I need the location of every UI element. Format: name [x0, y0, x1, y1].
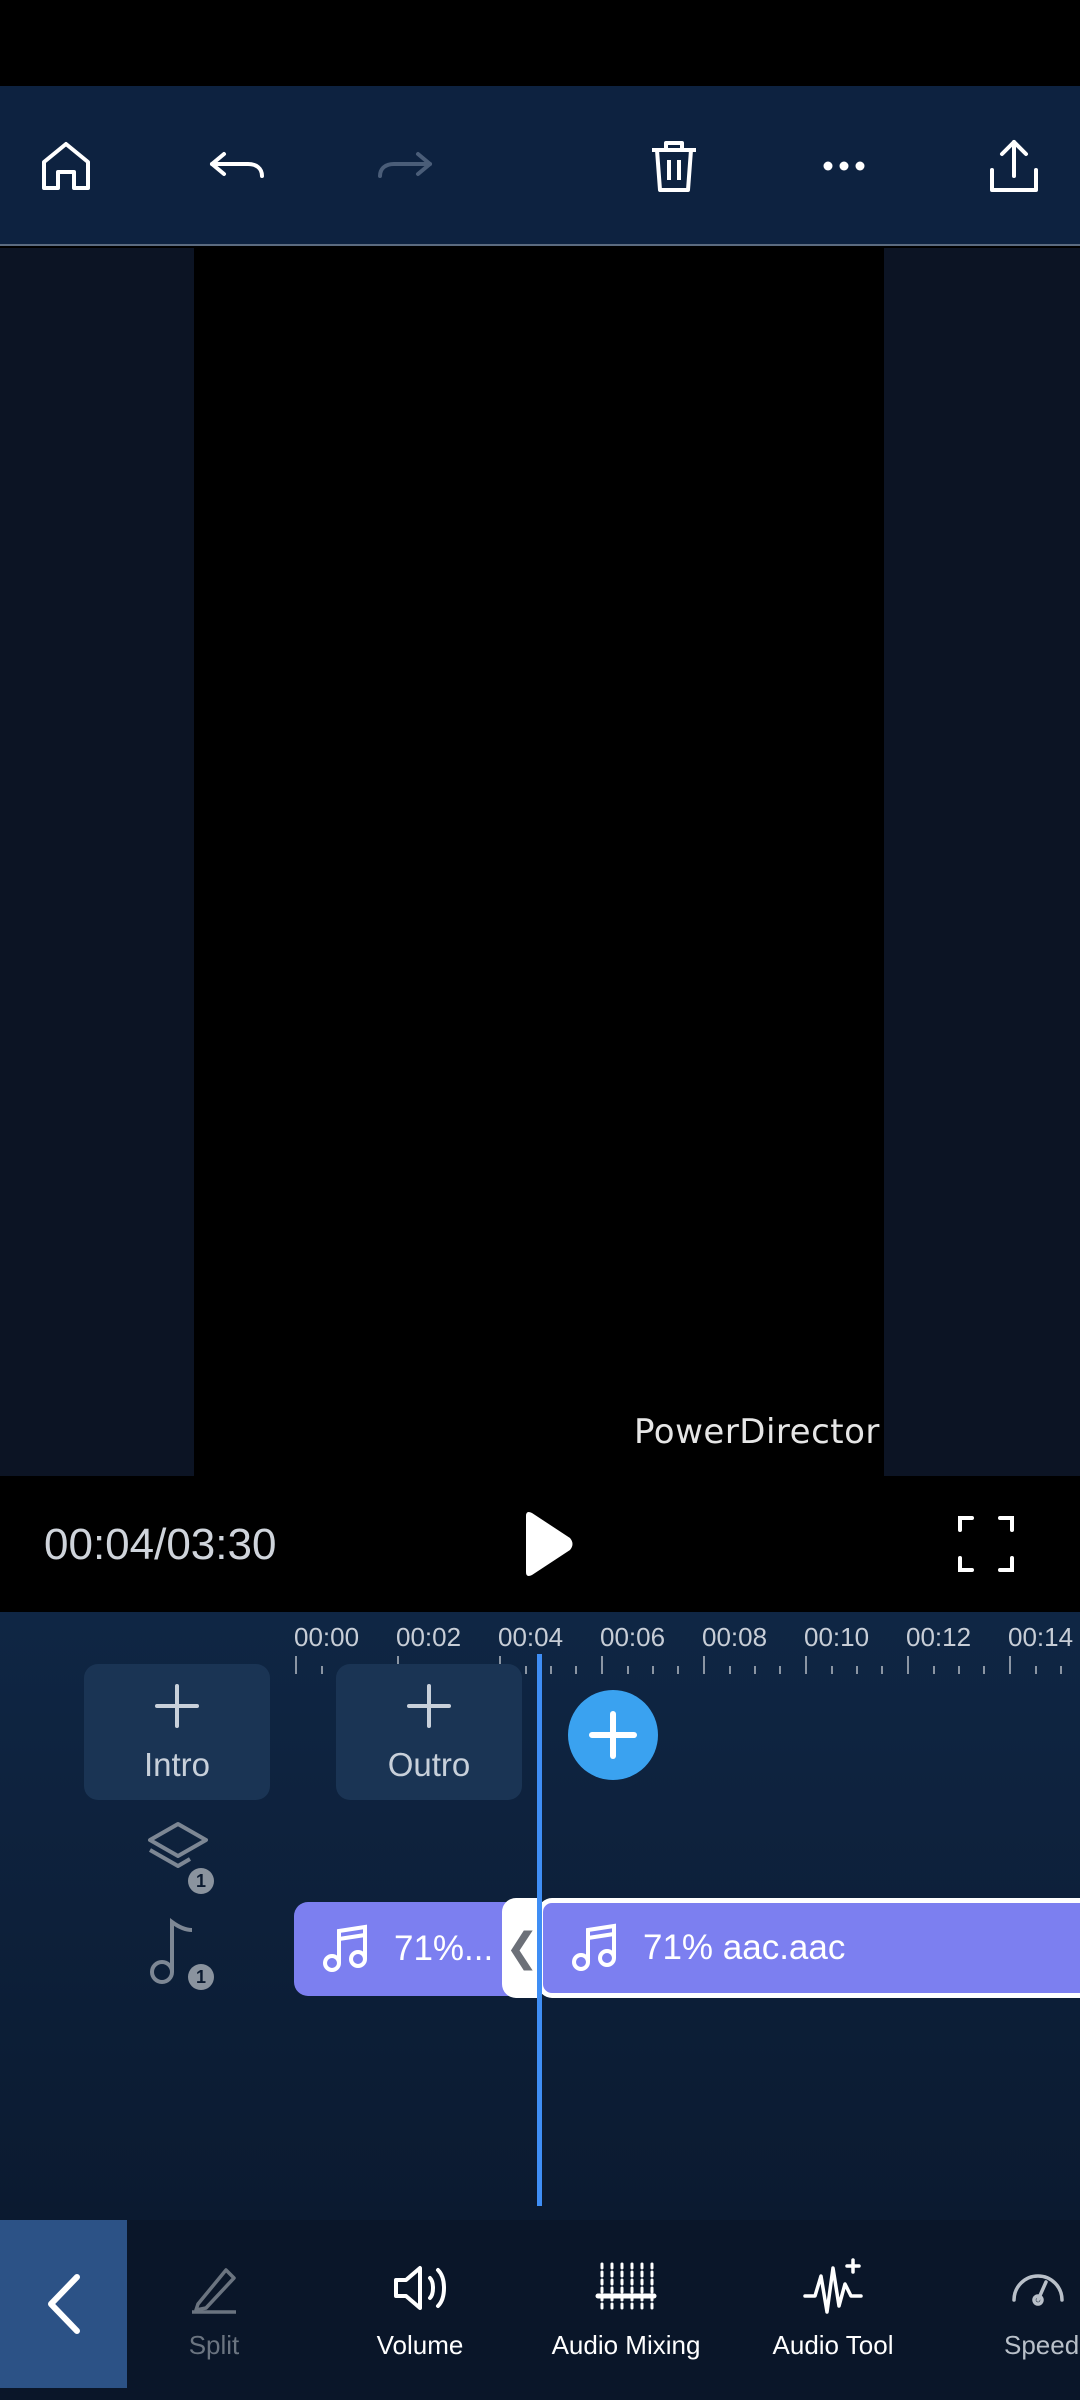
chevron-left-icon	[47, 2274, 80, 2334]
audio-tool-icon	[803, 2258, 863, 2314]
share-icon	[990, 140, 1038, 192]
ruler-label: 00:12	[906, 1622, 972, 1652]
split-label: Split	[188, 2330, 240, 2360]
audio-mixing-icon	[595, 2262, 657, 2314]
volume-button[interactable]: Volume	[360, 2220, 480, 2388]
preview-frame	[194, 248, 884, 1476]
outro-label: Outro	[387, 1746, 471, 1783]
audio-tool-button[interactable]: Audio Tool	[768, 2220, 898, 2388]
split-button[interactable]: Split	[168, 2220, 260, 2388]
top-toolbar	[0, 86, 1080, 246]
volume-label: Volume	[376, 2330, 464, 2360]
playback-controls: 00:04/03:30	[0, 1476, 1080, 1612]
plus-icon	[589, 1711, 637, 1759]
redo-button[interactable]	[366, 126, 446, 206]
timeline[interactable]: 00:00 00:02 00:04 00:06 00:08 00:10 00:1…	[0, 1612, 1080, 2220]
add-outro-button[interactable]: Outro	[336, 1664, 522, 1800]
video-preview[interactable]	[0, 248, 1080, 1476]
ruler-label: 00:14	[1008, 1622, 1074, 1652]
playhead[interactable]	[537, 1654, 542, 2206]
more-button[interactable]	[804, 126, 884, 206]
intro-label: Intro	[143, 1746, 211, 1783]
speed-icon	[1012, 2274, 1064, 2306]
audio-count-badge: 1	[188, 1964, 214, 1990]
ruler-label: 00:02	[396, 1622, 462, 1652]
home-button[interactable]	[26, 126, 106, 206]
delete-button[interactable]	[634, 126, 714, 206]
audio-clip[interactable]: 71%...	[294, 1902, 514, 1996]
ruler-label: 00:04	[498, 1622, 564, 1652]
audio-mixing-label: Audio Mixing	[551, 2330, 701, 2360]
watermark: PowerDirector	[634, 1412, 880, 1452]
play-icon[interactable]	[510, 1506, 580, 1582]
ruler-label: 00:00	[294, 1622, 360, 1652]
add-media-button[interactable]	[568, 1690, 658, 1780]
plus-icon	[407, 1684, 451, 1728]
audio-tool-label: Audio Tool	[772, 2330, 894, 2360]
trim-handle[interactable]: ❮	[502, 1898, 542, 1998]
music-note-icon	[323, 1924, 367, 1972]
delete-icon	[652, 141, 696, 192]
more-icon	[823, 161, 865, 171]
share-button[interactable]	[974, 126, 1054, 206]
timecode: 00:04/03:30	[44, 1520, 277, 1569]
add-intro-button[interactable]: Intro	[84, 1664, 270, 1800]
audio-track-button[interactable]: 1	[138, 1912, 218, 1992]
speed-label: Speed	[1004, 2330, 1080, 2360]
home-icon	[42, 142, 90, 190]
undo-icon	[210, 152, 264, 178]
bottom-toolbar: Split Volume Audio Mixing Audio Tool Spe…	[0, 2220, 1080, 2400]
audio-mixing-button[interactable]: Audio Mixing	[542, 2220, 710, 2388]
ruler-label: 00:06	[600, 1622, 666, 1652]
speed-button[interactable]: Speed	[994, 2220, 1080, 2388]
ruler-label: 00:08	[702, 1622, 768, 1652]
clip-label: 71% aac.aac	[643, 1928, 846, 1967]
back-button[interactable]	[0, 2220, 127, 2388]
layers-count-badge: 1	[188, 1868, 214, 1894]
layers-track-button[interactable]: 1	[138, 1816, 218, 1896]
music-note-icon	[572, 1923, 616, 1971]
status-bar	[0, 0, 1080, 86]
volume-icon	[394, 2266, 446, 2310]
undo-button[interactable]	[196, 126, 276, 206]
redo-icon	[378, 152, 432, 178]
clip-label: 71%...	[394, 1929, 494, 1968]
audio-clip-selected[interactable]: 71% aac.aac	[538, 1898, 1080, 1998]
ruler-label: 00:10	[804, 1622, 870, 1652]
plus-icon	[155, 1684, 199, 1728]
split-icon	[192, 2268, 236, 2314]
fullscreen-icon[interactable]	[954, 1512, 1018, 1576]
